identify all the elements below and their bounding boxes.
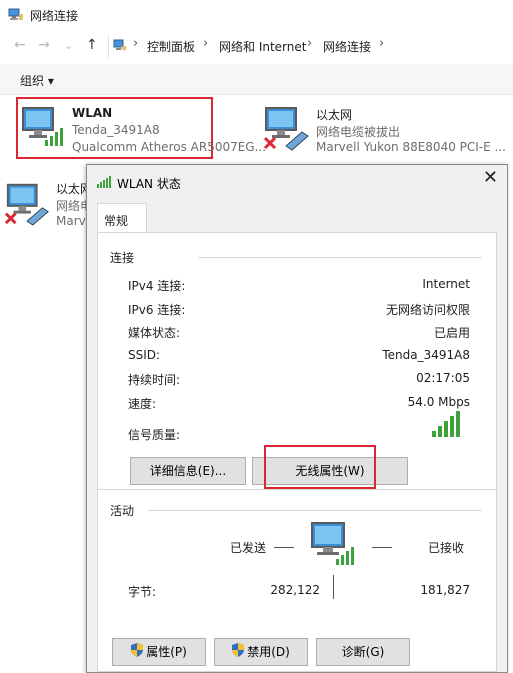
close-icon[interactable]: ✕ [483,169,498,187]
breadcrumb-network-internet[interactable]: 网络和 Internet [219,38,306,55]
signal-quality-label: 信号质量: [128,428,181,442]
received-dash [372,547,392,548]
sent-dash [274,547,294,548]
details-button[interactable]: 详细信息(E)... [130,457,246,485]
breadcrumb-separator: › [307,36,313,51]
group-divider [148,510,482,511]
adapter-device: Qualcomm Atheros AR5007EG... [72,140,267,154]
breadcrumb-network-connections[interactable]: 网络连接 [323,38,371,55]
adapter-name: 以太网 [316,108,353,122]
up-button[interactable]: ↑ [86,37,98,53]
received-label: 已接收 [428,541,465,555]
adapter-network: Tenda_3491A8 [72,123,160,137]
disable-button[interactable]: 禁用(D) [214,638,308,666]
duration-label: 持续时间: [128,373,181,387]
duration-value: 02:17:05 [416,371,470,385]
ssid-value: Tenda_3491A8 [382,348,470,362]
speed-value: 54.0 Mbps [407,395,470,409]
general-panel: 连接 IPv4 连接: Internet IPv6 连接: 无网络访问权限 媒体… [97,232,497,672]
bytes-label: 字节: [128,585,157,599]
adapter-device: Marv [56,214,86,228]
breadcrumb-chevron[interactable]: › [379,36,384,51]
recent-locations-button[interactable]: ⌄ [64,39,73,52]
address-bar[interactable]: › 控制面板 › 网络和 Internet › 网络连接 › [108,34,509,58]
network-connections-icon [8,8,24,22]
ethernet-adapter-icon [4,178,52,231]
breadcrumb-separator: › [203,36,209,51]
ipv4-label: IPv4 连接: [128,279,186,293]
ssid-label: SSID: [128,348,161,362]
ipv6-value: 无网络访问权限 [385,303,470,317]
media-state-label: 媒体状态: [128,326,181,340]
ipv6-label: IPv6 连接: [128,303,186,317]
adapter-status: 网络电缆被拔出 [316,125,401,139]
signal-bar [432,431,436,437]
explorer-titlebar: 网络连接 [0,0,513,32]
activity-group-label: 活动 [110,504,135,518]
dialog-title: WLAN 状态 [117,177,181,191]
signal-quality-bars [432,411,464,440]
command-bar: 组织 ▾ [0,64,513,95]
shield-icon [131,640,144,666]
adapter-wlan[interactable]: WLAN Tenda_3491A8 Qualcomm Atheros AR500… [20,100,266,156]
media-state-value: 已启用 [433,326,470,340]
navigation-bar: ← → ⌄ ↑ › 控制面板 › 网络和 Internet › 网络连接 › [0,34,513,60]
signal-bar [438,426,442,437]
ethernet-adapter-icon [262,102,312,155]
adapter-ethernet[interactable]: 以太网 网络电缆被拔出 Marvell Yukon 88E8040 PCI-E … [262,100,512,156]
wireless-adapter-icon [20,102,68,153]
tab-general[interactable]: 常规 [97,203,147,233]
forward-button[interactable]: → [38,37,50,53]
adapter-status: 网络电 [56,199,86,213]
signal-icon [97,175,113,192]
bytes-divider [333,575,334,599]
signal-bar [456,411,460,437]
disable-label: 禁用(D) [247,645,290,659]
group-divider [198,257,482,258]
properties-label: 属性(P) [146,645,187,659]
breadcrumb-separator: › [133,36,139,51]
diagnose-button[interactable]: 诊断(G) [316,638,410,666]
organize-menu[interactable]: 组织 ▾ [20,72,54,89]
ipv4-value: Internet [422,277,470,291]
speed-label: 速度: [128,397,157,411]
adapter-ethernet-2[interactable]: 以太网 网络电 Marv [4,176,86,232]
window-title: 网络连接 [30,9,79,23]
connection-group-label: 连接 [110,251,135,265]
properties-button[interactable]: 属性(P) [112,638,206,666]
control-panel-icon [113,38,127,52]
section-divider [98,489,496,490]
signal-bar [444,421,448,437]
network-activity-icon [308,519,358,572]
adapter-name: WLAN [72,106,113,120]
adapter-name: 以太网 [56,182,86,196]
shield-icon [232,640,245,666]
bytes-received-value: 181,827 [420,583,470,597]
adapter-device: Marvell Yukon 88E8040 PCI-E ... [316,140,506,154]
tab-label: 常规 [104,214,129,228]
signal-bar [450,416,454,437]
wireless-properties-highlight-box [264,445,376,489]
sent-label: 已发送 [230,541,267,555]
bytes-sent-value: 282,122 [270,583,320,597]
breadcrumb-control-panel[interactable]: 控制面板 [147,38,195,55]
back-button[interactable]: ← [14,37,26,53]
wlan-status-dialog: WLAN 状态 ✕ 常规 连接 IPv4 连接: Internet IPv6 连… [86,164,508,673]
